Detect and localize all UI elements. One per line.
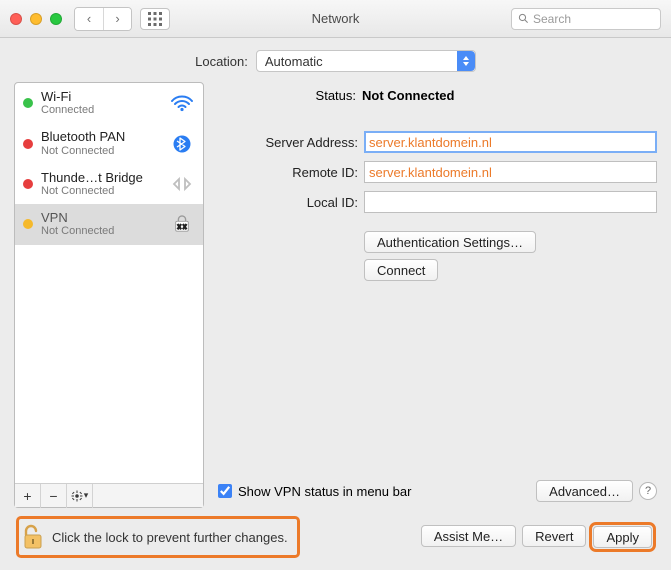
status-dot-icon	[23, 139, 33, 149]
location-select[interactable]: Automatic	[256, 50, 476, 72]
server-address-label: Server Address:	[218, 135, 358, 150]
remote-id-field[interactable]	[364, 161, 657, 183]
zoom-window-button[interactable]	[50, 13, 62, 25]
sidebar-item-status: Not Connected	[41, 225, 161, 237]
thunderbolt-bridge-icon	[169, 175, 195, 193]
bluetooth-icon	[169, 135, 195, 153]
vpn-icon	[169, 215, 195, 233]
sidebar-item-vpn[interactable]: VPN Not Connected	[15, 204, 203, 244]
lock-message-text: Click the lock to prevent further change…	[52, 530, 288, 545]
lock-message[interactable]: Click the lock to prevent further change…	[18, 518, 298, 556]
sidebar-item-label: Wi-Fi	[41, 90, 161, 104]
sidebar-item-status: Connected	[41, 104, 161, 116]
sidebar-item-status: Not Connected	[41, 145, 161, 157]
local-id-label: Local ID:	[218, 195, 358, 210]
window-title: Network	[312, 11, 360, 26]
grid-icon	[148, 12, 162, 26]
local-id-field[interactable]	[364, 191, 657, 213]
help-button[interactable]: ?	[639, 482, 657, 500]
status-value: Not Connected	[362, 88, 454, 103]
status-dot-icon	[23, 98, 33, 108]
titlebar: ‹ › Network Search	[0, 0, 671, 38]
sidebar-item-label: Bluetooth PAN	[41, 130, 161, 144]
sidebar-item-label: Thunde…t Bridge	[41, 171, 161, 185]
search-input[interactable]: Search	[511, 8, 661, 30]
add-service-button[interactable]: +	[15, 484, 41, 508]
authentication-settings-button[interactable]: Authentication Settings…	[364, 231, 536, 253]
back-button[interactable]: ‹	[75, 8, 103, 30]
sidebar-item-status: Not Connected	[41, 185, 161, 197]
connect-button[interactable]: Connect	[364, 259, 438, 281]
show-vpn-menubar-checkbox[interactable]	[218, 484, 232, 498]
advanced-button[interactable]: Advanced…	[536, 480, 633, 502]
status-dot-icon	[23, 179, 33, 189]
gear-icon	[71, 490, 83, 502]
show-vpn-menubar-label: Show VPN status in menu bar	[238, 484, 411, 499]
apply-callout: Apply	[592, 525, 653, 549]
server-address-field[interactable]	[364, 131, 657, 153]
show-all-button[interactable]	[140, 8, 170, 30]
minimize-window-button[interactable]	[30, 13, 42, 25]
search-placeholder: Search	[533, 12, 571, 26]
remote-id-label: Remote ID:	[218, 165, 358, 180]
sidebar-item-bluetooth-pan[interactable]: Bluetooth PAN Not Connected	[15, 123, 203, 163]
wifi-icon	[169, 94, 195, 112]
status-label: Status:	[296, 88, 356, 103]
assist-me-button[interactable]: Assist Me…	[421, 525, 516, 547]
revert-button[interactable]: Revert	[522, 525, 586, 547]
sidebar-item-label: VPN	[41, 211, 161, 225]
nav-buttons: ‹ ›	[74, 7, 132, 31]
status-dot-icon	[23, 219, 33, 229]
sidebar-item-wifi[interactable]: Wi-Fi Connected	[15, 83, 203, 123]
services-sidebar: Wi-Fi Connected Bluetooth PAN Not Connec…	[14, 82, 204, 508]
remove-service-button[interactable]: −	[41, 484, 67, 508]
service-actions-button[interactable]	[67, 484, 93, 508]
lock-open-icon	[22, 524, 44, 550]
forward-button[interactable]: ›	[103, 8, 131, 30]
select-arrows-icon	[457, 51, 475, 71]
main-panel: Status: Not Connected Server Address: Re…	[218, 82, 657, 508]
apply-button[interactable]: Apply	[593, 526, 652, 548]
location-value: Automatic	[265, 54, 323, 69]
location-label: Location:	[195, 54, 248, 69]
search-icon	[518, 13, 529, 24]
close-window-button[interactable]	[10, 13, 22, 25]
sidebar-item-thunderbolt-bridge[interactable]: Thunde…t Bridge Not Connected	[15, 164, 203, 204]
